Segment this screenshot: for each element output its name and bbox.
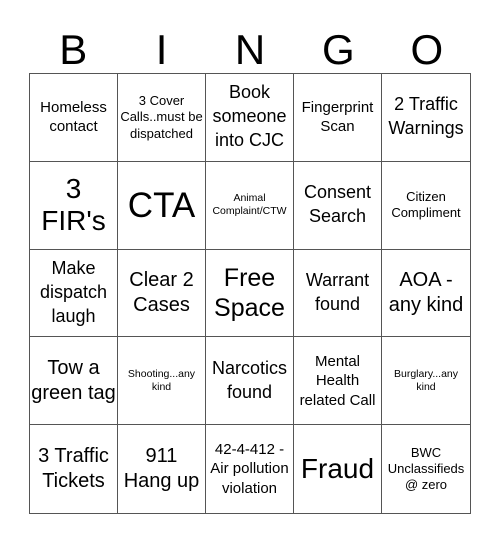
bingo-cell-b4[interactable]: Tow a green tag [30, 337, 118, 426]
cell-label: Fraud [300, 453, 375, 484]
bingo-cell-i3[interactable]: Clear 2 Cases [118, 249, 206, 338]
bingo-cell-i5[interactable]: 911 Hang up [118, 425, 206, 513]
bingo-cell-n4[interactable]: Narcotics found [206, 337, 294, 426]
header-letter-n: N [234, 26, 266, 73]
cell-label: 3 Cover Calls..must be dispatched [120, 93, 203, 141]
bingo-cell-o2[interactable]: Citizen Compliment [382, 162, 470, 250]
bingo-cell-g5[interactable]: Fraud [294, 425, 382, 513]
bingo-cell-g1[interactable]: Fingerprint Scan [294, 74, 382, 162]
cell-label: 3 FIR's [41, 173, 106, 237]
bingo-cell-g3[interactable]: Warrant found [294, 249, 382, 338]
bingo-cell-i1[interactable]: 3 Cover Calls..must be dispatched [118, 74, 206, 162]
header-letter-b: B [59, 26, 88, 73]
bingo-cell-b5[interactable]: 3 Traffic Tickets [30, 425, 118, 513]
bingo-cell-n3[interactable]: Free Space [206, 249, 294, 338]
cell-label: Book someone into CJC [212, 82, 287, 151]
cell-label: Mental Health related Call [299, 352, 376, 409]
bingo-cell-o5[interactable]: BWC Unclassifieds @ zero [382, 425, 470, 513]
cell-label: Animal Complaint/CTW [212, 192, 287, 218]
cell-label: Shooting...any kind [127, 367, 196, 393]
cell-label: BWC Unclassifieds @ zero [387, 444, 465, 493]
bingo-cell-n5[interactable]: 42-4-412 - Air pollution violation [206, 425, 294, 513]
bingo-cell-i2[interactable]: CTA [118, 161, 206, 250]
cell-label: Burglary...any kind [394, 367, 458, 393]
cell-label: Citizen Compliment [391, 188, 461, 221]
cell-label: Tow a green tag [31, 356, 116, 404]
cell-label: Homeless contact [40, 98, 107, 136]
bingo-header: B I N G O [29, 27, 471, 73]
cell-label: Free Space [214, 263, 285, 322]
bingo-cell-b2[interactable]: 3 FIR's [30, 161, 118, 250]
cell-label: Make dispatch laugh [39, 258, 108, 326]
cell-label: Consent Search [303, 182, 372, 227]
bingo-cell-o3[interactable]: AOA - any kind [382, 250, 470, 338]
cell-label: Warrant found [305, 270, 370, 314]
cell-label: 2 Traffic Warnings [388, 94, 464, 139]
bingo-board: Homeless contact 3 Cover Calls..must be d… [29, 73, 471, 514]
bingo-cell-i4[interactable]: Shooting...any kind [118, 337, 206, 426]
cell-label: 42-4-412 - Air pollution violation [210, 440, 289, 497]
bingo-cell-n1[interactable]: Book someone into CJC [206, 74, 294, 162]
bingo-cell-o1[interactable]: 2 Traffic Warnings [382, 74, 470, 162]
cell-label: AOA - any kind [388, 268, 464, 316]
cell-label: Clear 2 Cases [129, 268, 194, 316]
header-letter-o: O [410, 26, 444, 73]
bingo-cell-g2[interactable]: Consent Search [294, 161, 382, 250]
bingo-cell-b3[interactable]: Make dispatch laugh [30, 249, 118, 338]
cell-label: 3 Traffic Tickets [38, 445, 109, 493]
bingo-cell-g4[interactable]: Mental Health related Call [294, 337, 382, 426]
bingo-cell-n2[interactable]: Animal Complaint/CTW [206, 161, 294, 250]
header-letter-i: I [155, 26, 168, 73]
header-letter-g: G [322, 26, 355, 73]
cell-label: CTA [127, 185, 196, 225]
bingo-cell-b1[interactable]: Homeless contact [30, 74, 118, 162]
cell-label: Fingerprint Scan [301, 98, 374, 136]
cell-label: 911 Hang up [123, 445, 200, 493]
cell-label: Narcotics found [211, 357, 287, 402]
bingo-cell-o4[interactable]: Burglary...any kind [382, 337, 470, 426]
